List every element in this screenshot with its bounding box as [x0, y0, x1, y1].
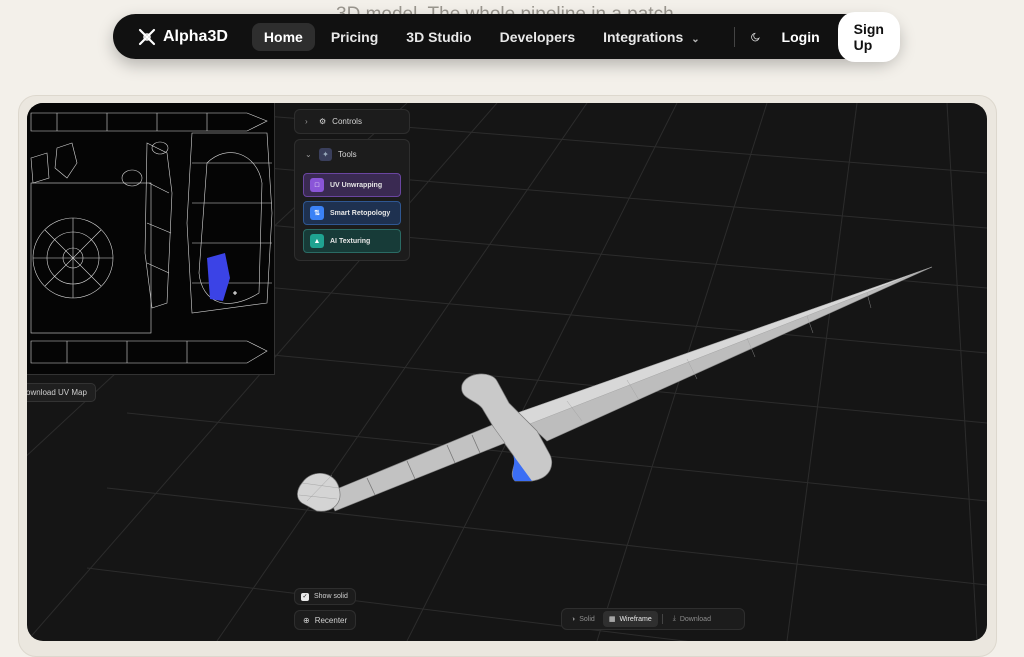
tools-label: Tools — [338, 150, 357, 159]
tool-smart-retopology[interactable]: ⇅ Smart Retopology — [303, 201, 401, 225]
download-label: Download — [679, 615, 711, 623]
uv-map-panel — [27, 103, 275, 375]
crosshair-icon: ⊕ — [303, 615, 310, 625]
solid-mode-label: Solid — [579, 615, 595, 623]
chevron-down-icon: ⌄ — [305, 150, 312, 159]
tool-uv-unwrapping[interactable]: □ UV Unwrapping — [303, 173, 401, 197]
nav-integrations-label: Integrations — [603, 28, 684, 45]
login-button[interactable]: Login — [782, 29, 820, 45]
download-uv-map-button[interactable]: ownload UV Map — [27, 383, 96, 402]
nav-developers[interactable]: Developers — [488, 23, 587, 51]
top-navbar: Alpha3D Home Pricing 3D Studio Developer… — [113, 11, 900, 62]
download-button[interactable]: ⤓ Download — [667, 611, 717, 627]
tools-header[interactable]: ⌄ ✦ Tools — [295, 140, 409, 169]
tool-label: Smart Retopology — [330, 209, 391, 217]
nav-3d-studio[interactable]: 3D Studio — [394, 23, 483, 51]
tool-label: AI Texturing — [330, 237, 371, 245]
grid-icon: ▦ — [608, 616, 616, 623]
tool-label: UV Unwrapping — [330, 181, 383, 189]
solid-mode-button[interactable]: ◑ Solid — [565, 611, 601, 627]
show-solid-checkbox[interactable]: ✓ Show solid — [294, 588, 356, 605]
uv-icon: □ — [310, 178, 324, 192]
recenter-button[interactable]: ⊕ Recenter — [294, 610, 356, 630]
brand-name: Alpha3D — [163, 27, 228, 45]
moon-icon[interactable] — [750, 26, 761, 48]
wireframe-mode-label: Wireframe — [619, 615, 652, 623]
signup-button[interactable]: Sign Up — [837, 11, 900, 62]
solid-sphere-icon: ◑ — [571, 615, 576, 623]
uv-island-highlight — [207, 253, 230, 301]
chevron-right-icon: › — [305, 117, 308, 126]
chevron-down-icon: ⌄ — [691, 33, 700, 45]
wand-icon: ✦ — [319, 148, 332, 161]
mode-separator — [661, 614, 663, 624]
controls-label: Controls — [332, 117, 362, 126]
nav-home[interactable]: Home — [251, 22, 315, 51]
gear-icon: ⚙ — [319, 117, 327, 126]
controls-toggle[interactable]: › ⚙ Controls — [294, 109, 410, 134]
uv-map-preview — [30, 112, 273, 364]
download-icon: ⤓ — [672, 615, 676, 622]
checkbox-checked-icon: ✓ — [301, 592, 309, 601]
tools-panel: ⌄ ✦ Tools □ UV Unwrapping ⇅ Smart Retopo… — [294, 139, 410, 261]
wireframe-mode-button[interactable]: ▦ Wireframe — [602, 611, 658, 627]
alpha3d-logo-icon — [138, 28, 156, 45]
show-solid-label: Show solid — [314, 593, 348, 600]
3d-viewer[interactable]: ownload UV Map › ⚙ Controls ⌄ ✦ Tools □ … — [27, 103, 987, 641]
brand-logo[interactable]: Alpha3D — [137, 27, 228, 47]
tool-ai-texturing[interactable]: ▲ AI Texturing — [303, 229, 401, 253]
nav-integrations[interactable]: Integrations ⌄ — [591, 23, 712, 51]
view-mode-bar: ◑ Solid ▦ Wireframe ⤓ Download — [561, 608, 745, 630]
nav-pricing[interactable]: Pricing — [319, 23, 390, 51]
texture-icon: ▲ — [310, 234, 324, 248]
nav-divider — [733, 26, 735, 47]
retopology-icon: ⇅ — [310, 206, 324, 220]
recenter-label: Recenter — [314, 615, 348, 625]
